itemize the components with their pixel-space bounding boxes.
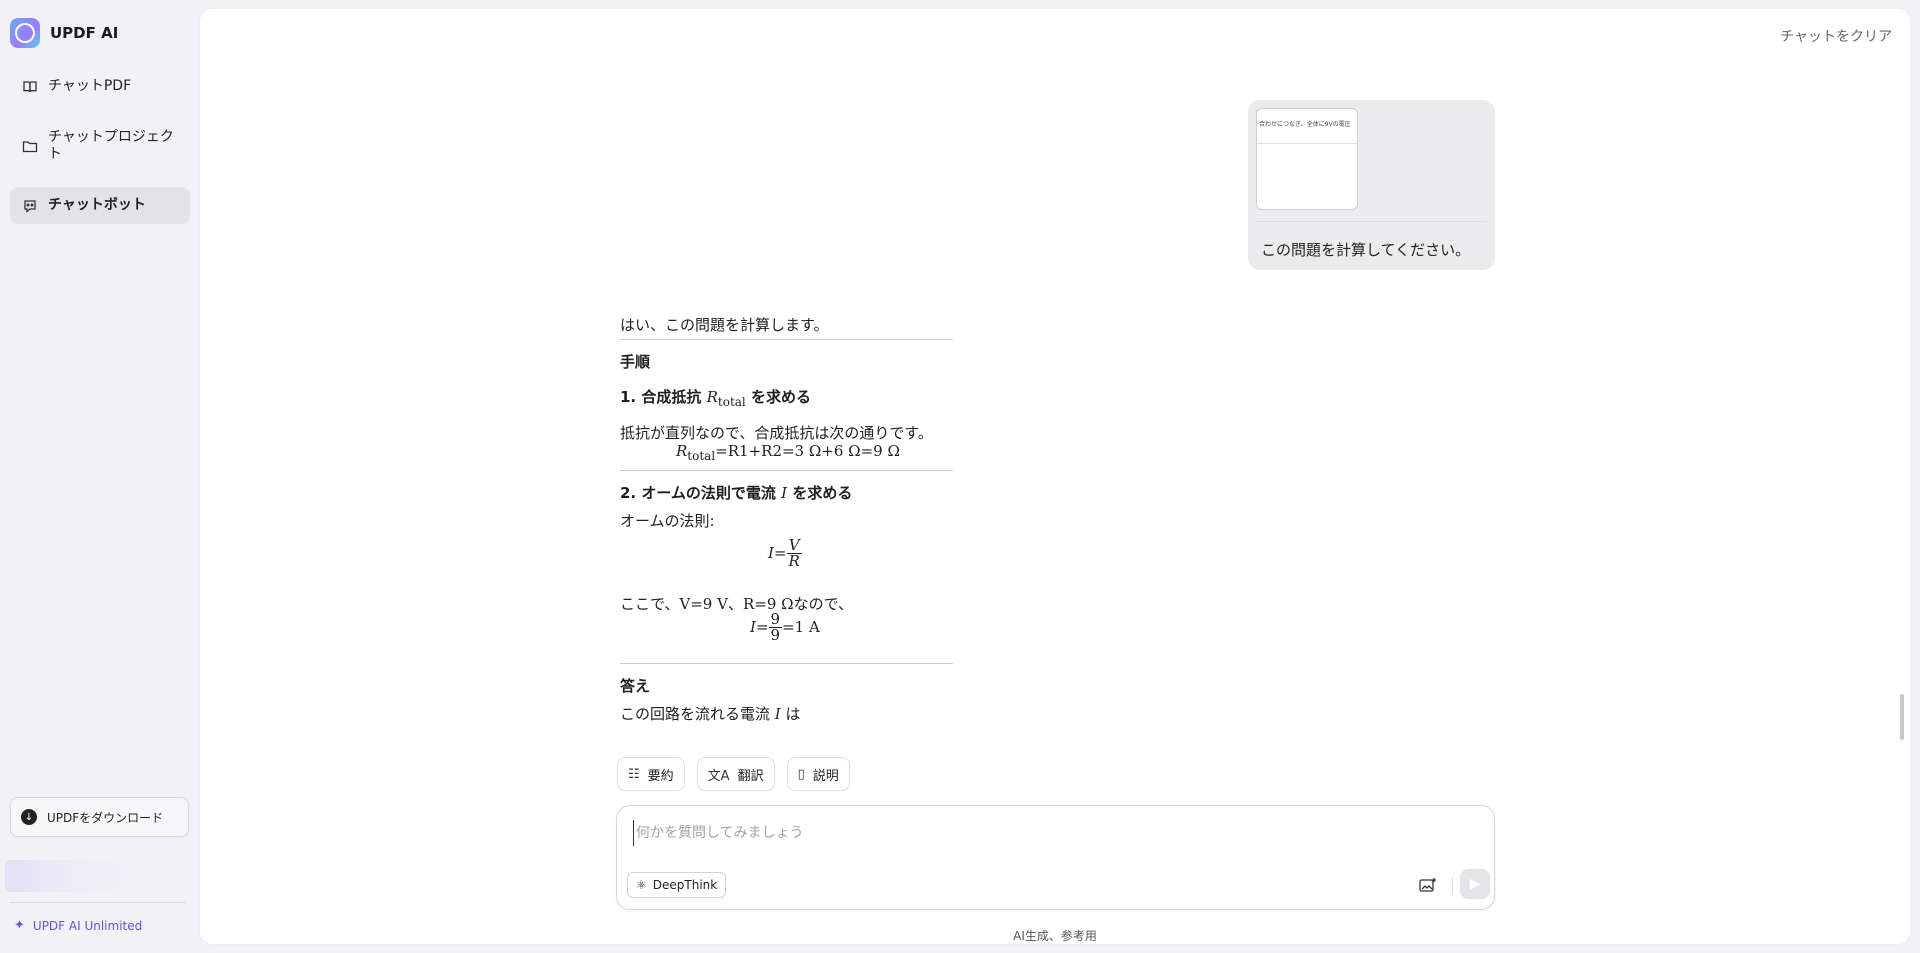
answer-tail: は [785,705,801,723]
upgrade-link[interactable]: ✦ UPDF AI Unlimited [14,918,142,933]
step1-formula-line: Rtotal=R1+R2=3 Ω+6 Ω=9 Ω [676,442,900,463]
step2-var: I [781,484,788,502]
disclaimer: AI生成、参考用 [1013,929,1097,943]
step1-var: R [706,388,718,406]
given-line: ここで、V=9 V、R=9 Ωなので、 [620,593,853,614]
answer-intro: はい、この問題を計算します。 [620,316,829,334]
book-icon [23,81,37,93]
calc-fraction: 99 [768,612,783,644]
answer-text: この回路を流れる電流 [620,705,771,723]
explain-label: 説明 [812,768,839,784]
answer-line: この回路を流れる電流 I は [620,703,801,724]
chat-panel: チャットをクリア 合わせにつなぎ、全体に9Vの電圧 この問題を計算してください。… [200,9,1910,944]
user-message-bubble: 合わせにつなぎ、全体に9Vの電圧 この問題を計算してください。 [1248,100,1495,270]
section-title: 手順 [620,353,651,371]
sidebar-item-chat-project[interactable]: チャットプロジェクト [10,119,190,173]
clear-chat-button[interactable]: チャットをクリア [1780,26,1892,46]
download-updf-button[interactable]: ↓ UPDFをダウンロード [10,797,189,837]
step1-title: 1. 合成抵抗 [620,388,702,406]
send-icon: ▶ [1469,876,1481,892]
thumbnail-divider [1257,143,1357,144]
calc-formula: I= 9 9 =1 A [750,610,820,644]
deepthink-toggle[interactable]: ⚛ DeepThink [627,872,727,898]
step2-title: 2. オームの法則で電流 [620,484,776,502]
message-input[interactable] [633,820,1478,846]
bot-icon [24,200,36,213]
attachment-thumbnail[interactable]: 合わせにつなぎ、全体に9Vの電圧 [1256,108,1358,210]
divider [620,470,953,471]
summary-icon: ☷ [628,766,640,782]
promo-banner [5,860,143,892]
image-upload-icon[interactable] [1418,876,1438,894]
step1-sub: total [717,395,746,409]
step1-formula: =R1+R2=3 Ω+6 Ω=9 Ω [715,442,900,460]
folder-icon [22,141,38,153]
formula-var: R [676,442,688,460]
brand[interactable]: UPDF AI [10,18,118,48]
send-button[interactable]: ▶ [1460,869,1490,899]
attachment-preview-text: 合わせにつなぎ、全体に9Vの電圧 [1259,121,1351,128]
step2-heading: 2. オームの法則で電流 I を求める [620,482,852,503]
download-label: UPDFをダウンロード [47,810,164,825]
upgrade-label: UPDF AI Unlimited [32,918,143,933]
sparkle-icon: ✦ [14,918,25,933]
translate-icon: 文A [707,768,730,784]
user-message-text: この問題を計算してください。 [1261,241,1471,259]
quick-actions: ☷ 要約 文A 翻訳 ▯ 説明 [617,757,850,791]
brand-name: UPDF AI [50,24,119,42]
given-suffix: なので、 [793,595,853,613]
sidebar-item-label: チャットPDF [48,78,132,94]
step1-title-tail: を求める [751,388,812,406]
updf-logo-icon [10,18,40,48]
given-prefix: ここで、 [620,595,680,613]
explain-icon: ▯ [797,766,805,782]
sidebar: UPDF AI チャットPDF チャットプロジェクト チャットボット ↓ UPD… [0,0,198,953]
download-icon: ↓ [21,809,37,825]
calc-denominator: 9 [770,626,781,644]
sidebar-item-label: チャットボット [48,197,146,213]
sidebar-item-label: チャットプロジェクト [48,129,174,162]
chat-scrollbar[interactable] [1900,694,1904,740]
translate-button[interactable]: 文A 翻訳 [696,757,775,791]
answer-title: 答え [620,677,651,695]
composer-divider [1452,878,1453,894]
sidebar-item-chat-pdf[interactable]: チャットPDF [10,68,190,105]
ohm-fraction: VR [786,538,802,570]
message-composer: ⚛ DeepThink ▶ [616,805,1495,910]
ohm-denominator: R [788,552,800,570]
sidebar-item-chatbot[interactable]: チャットボット [10,187,190,224]
divider [620,339,953,340]
deepthink-label: DeepThink [652,878,718,892]
atom-icon: ⚛ [636,878,647,892]
answer-var: I [774,705,781,723]
sidebar-nav: チャットPDF チャットプロジェクト チャットボット [10,68,190,238]
step2-title-tail: を求める [792,484,853,502]
sidebar-divider [10,902,186,903]
step1-heading: 1. 合成抵抗 Rtotal を求める [620,386,811,409]
translate-label: 翻訳 [737,768,764,784]
formula-sub: total [687,449,716,463]
divider [620,663,953,664]
bubble-divider [1256,221,1487,222]
summarize-button[interactable]: ☷ 要約 [617,757,685,791]
calc-result: =1 A [782,618,820,636]
step2-text: オームの法則: [620,512,715,530]
step1-text: 抵抗が直列なので、合成抵抗は次の通りです。 [620,424,933,442]
ohm-formula: I= V R [768,536,802,570]
explain-button[interactable]: ▯ 説明 [786,757,850,791]
summarize-label: 要約 [647,768,674,784]
